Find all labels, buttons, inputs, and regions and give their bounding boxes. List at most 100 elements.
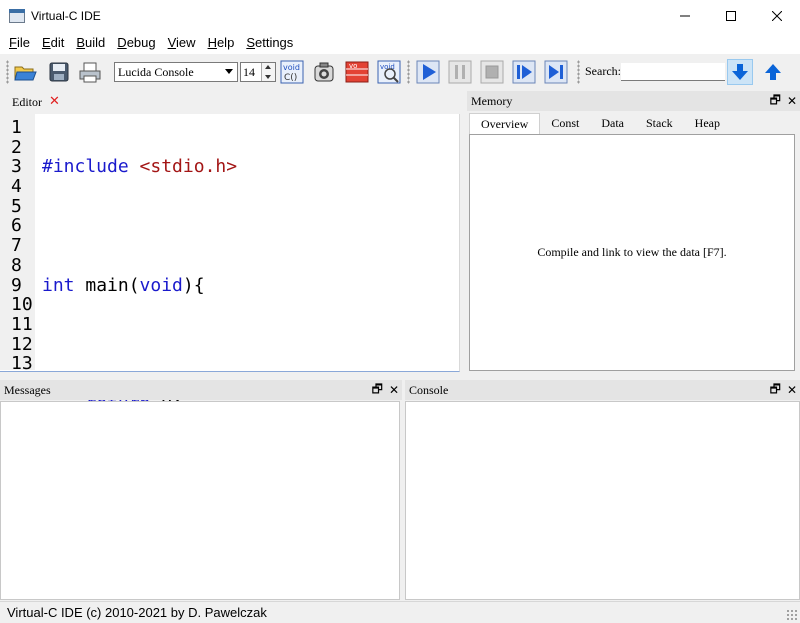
menu-help[interactable]: Help [202,32,241,54]
menu-file[interactable]: File [3,32,36,54]
status-bar: Virtual-C IDE (c) 2010-2021 by D. Pawelc… [0,601,800,623]
minimize-button[interactable] [662,0,708,32]
camera-button[interactable] [311,59,337,85]
function-declaration-icon: void C() [280,60,304,84]
pause-icon [448,60,472,84]
search-input[interactable] [621,63,725,81]
step-to-end-button[interactable] [543,59,569,85]
open-file-icon [14,66,37,81]
toolbar-grip[interactable] [407,60,410,84]
tab-overview[interactable]: Overview [469,113,541,134]
type-keyword: int [42,274,75,296]
close-panel-icon[interactable]: ✕ [389,383,399,397]
spin-up-icon[interactable] [265,65,271,69]
stop-button[interactable] [479,59,505,85]
line-number: 7 [11,235,22,257]
line-number: 12 [11,333,33,355]
save-button[interactable] [46,59,72,85]
close-icon [772,11,782,21]
search-down-button[interactable] [727,59,753,85]
line-number: 4 [11,176,22,198]
step-button[interactable] [511,59,537,85]
close-panel-icon[interactable]: ✕ [787,383,797,397]
console-pane[interactable] [405,401,800,600]
tab-data[interactable]: Data [590,113,635,134]
toolbar-grip[interactable] [577,60,580,84]
close-button[interactable] [754,0,800,32]
window-title: Virtual-C IDE [31,9,101,23]
menu-view[interactable]: View [162,32,202,54]
menu-edit[interactable]: Edit [36,32,70,54]
font-size-value: 14 [243,65,255,79]
pause-button[interactable] [447,59,473,85]
float-panel-icon[interactable]: 🗗 [770,91,781,112]
tab-editor-label: Editor [12,95,42,109]
step-icon [512,60,536,84]
run-button[interactable] [415,59,441,85]
menu-build[interactable]: Build [70,32,111,54]
messages-pane[interactable] [0,401,400,600]
code-line-1: #include <stdio.h> [42,157,237,177]
memory-message: Compile and link to view the data [F7]. [537,245,727,259]
close-panel-icon[interactable]: ✕ [787,94,797,108]
run-icon [416,60,440,84]
console-panel-header: Console 🗗 ✕ [405,380,800,400]
messages-panel-header: Messages 🗗 ✕ [0,380,402,400]
open-file-button[interactable] [12,59,38,85]
function-declaration-button[interactable]: void C() [279,59,305,85]
save-icon [49,62,69,82]
title-bar: Virtual-C IDE [0,0,800,32]
float-panel-icon[interactable]: 🗗 [770,380,781,401]
font-name-value: Lucida Console [118,65,194,79]
svg-text:void: void [283,63,300,72]
chevron-down-icon [225,69,233,74]
messages-title: Messages [0,380,402,400]
line-number: 8 [11,254,22,276]
line-number: 3 [11,156,22,178]
code-text: ){ [182,274,205,296]
tab-const[interactable]: Const [540,113,591,134]
include-header: <stdio.h> [139,156,238,178]
resize-grip-icon[interactable] [786,609,798,621]
tab-heap[interactable]: Heap [683,113,731,134]
spin-down-icon[interactable] [265,75,271,79]
search-code-icon: void [377,60,401,84]
font-name-select[interactable]: Lucida Console [114,62,238,82]
close-tab-icon[interactable]: ✕ [49,91,60,113]
print-icon [79,62,101,83]
toolbar-grip[interactable] [6,60,9,84]
code-line-3: int main(void){ [42,274,237,296]
line-number-gutter: 1 2 3 4 5 6 7 8 9 10 11 12 13 [0,114,35,373]
search-up-button[interactable] [760,59,786,85]
line-number: 2 [11,136,22,158]
type-keyword: void [139,274,183,296]
line-number: 5 [11,195,22,217]
step-to-end-icon [544,60,568,84]
line-number: 11 [11,313,33,335]
float-panel-icon[interactable]: 🗗 [372,380,383,401]
variables-button[interactable]: vo [344,59,370,85]
search-up-icon [765,64,781,80]
line-number: 13 [11,353,33,375]
toolbar: Lucida Console 14 void C() vo void Searc… [0,54,800,90]
line-number: 10 [11,294,33,316]
status-text: Virtual-C IDE (c) 2010-2021 by D. Pawelc… [7,605,267,620]
memory-tabs: Overview Const Data Stack Heap [469,113,731,134]
app-icon [9,8,25,24]
memory-panel-header: Memory 🗗 ✕ [467,91,800,111]
menu-bar: File Edit Build Debug View Help Settings [0,32,800,54]
search-label: Search: [585,64,621,78]
tab-editor[interactable]: Editor ✕ [6,91,72,113]
font-size-spinner[interactable]: 14 [240,62,276,82]
svg-text:vo: vo [349,62,357,70]
menu-debug[interactable]: Debug [111,32,161,54]
menu-settings[interactable]: Settings [240,32,299,54]
print-button[interactable] [77,59,103,85]
variables-icon: vo [345,61,369,83]
code-editor[interactable]: 1 2 3 4 5 6 7 8 9 10 11 12 13 #include <… [0,114,460,472]
code-text: main( [74,274,140,296]
svg-text:C(): C() [284,73,297,83]
maximize-button[interactable] [708,0,754,32]
tab-stack[interactable]: Stack [635,113,684,134]
search-code-button[interactable]: void [376,59,402,85]
